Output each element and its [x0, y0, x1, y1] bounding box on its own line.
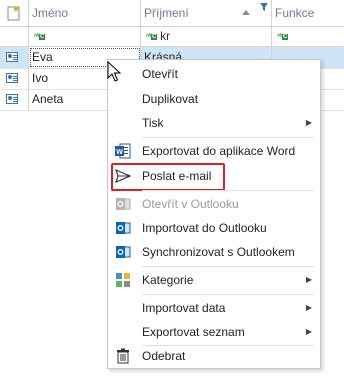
menu-item-import-data[interactable]: Importovat data ▶ — [108, 296, 320, 320]
column-header-last-name[interactable]: Příjmení — [141, 0, 272, 26]
menu-item-remove-label: Odebrat — [142, 349, 186, 363]
menu-separator — [142, 190, 314, 191]
text-filter-icon: ᴬᴮC — [34, 33, 46, 40]
menu-item-export-word[interactable]: W Exportovat do aplikace Word — [108, 139, 320, 163]
menu-item-import-outlook-label: Importovat do Outlooku — [142, 221, 267, 235]
menu-item-open[interactable]: Otevřít — [108, 62, 320, 86]
menu-item-print-label: Tisk — [142, 116, 164, 130]
menu-separator — [142, 137, 314, 138]
menu-item-open-outlook-label: Otevřít v Outlooku — [142, 197, 239, 211]
filter-icon[interactable] — [260, 3, 268, 11]
menu-item-print[interactable]: Tisk ▶ — [108, 111, 320, 135]
menu-item-open-label: Otevřít — [142, 67, 179, 81]
filter-function[interactable]: ᴬᴮC — [272, 26, 344, 46]
menu-item-remove[interactable]: Odebrat — [108, 344, 320, 368]
row-icon-cell — [0, 68, 29, 89]
contact-card-icon — [6, 52, 18, 62]
outlook-icon — [116, 246, 131, 258]
menu-item-import-outlook[interactable]: Importovat do Outlooku — [108, 216, 320, 240]
filter-row: ᴬᴮC ᴬᴮC kr ᴬᴮC — [0, 26, 344, 47]
menu-separator — [142, 266, 314, 267]
new-record-cell[interactable] — [0, 0, 29, 26]
column-header-last-name-label: Příjmení — [144, 6, 189, 20]
new-record-icon — [7, 6, 20, 21]
menu-item-import-data-label: Importovat data — [142, 301, 226, 315]
menu-item-categories[interactable]: Kategorie ▶ — [108, 268, 320, 292]
menu-item-export-list-label: Exportovat seznam — [142, 325, 245, 339]
word-icon: W — [115, 143, 131, 159]
submenu-arrow-icon: ▶ — [305, 118, 312, 127]
svg-text:W: W — [116, 149, 123, 156]
menu-item-open-outlook: Otevřít v Outlooku — [108, 192, 320, 216]
row-icon-cell — [0, 47, 29, 68]
menu-item-sync-outlook[interactable]: Synchronizovat s Outlookem — [108, 240, 320, 264]
contact-card-icon — [6, 73, 18, 83]
text-filter-icon: ᴬᴮC — [277, 33, 289, 40]
context-menu: Otevřít Duplikovat Tisk ▶ W Exportovat d… — [107, 59, 321, 369]
filter-last-name-value: kr — [160, 29, 171, 43]
menu-separator — [142, 294, 314, 295]
filter-row-selector — [0, 26, 29, 46]
filter-first-name[interactable]: ᴬᴮC — [29, 26, 141, 46]
menu-item-export-list[interactable]: Exportovat seznam ▶ — [108, 320, 320, 344]
categories-icon — [116, 273, 130, 287]
sort-ascending-icon — [242, 10, 250, 15]
column-header-function[interactable]: Funkce — [272, 0, 344, 26]
filter-last-name[interactable]: ᴬᴮC kr — [141, 26, 272, 46]
mouse-cursor-icon — [107, 61, 122, 82]
grid-header: Jméno Příjmení Funkce — [0, 0, 344, 27]
column-header-first-name[interactable]: Jméno — [29, 0, 141, 26]
submenu-arrow-icon: ▶ — [305, 327, 312, 336]
submenu-arrow-icon: ▶ — [305, 275, 312, 284]
highlight-box — [111, 163, 225, 191]
menu-item-export-word-label: Exportovat do aplikace Word — [142, 144, 296, 158]
submenu-arrow-icon: ▶ — [305, 303, 312, 312]
menu-item-categories-label: Kategorie — [142, 273, 194, 287]
trash-icon — [117, 348, 129, 364]
row-icon-cell — [0, 89, 29, 110]
contact-card-icon — [6, 94, 18, 104]
outlook-icon — [116, 198, 131, 210]
menu-item-duplicate[interactable]: Duplikovat — [108, 87, 320, 111]
outlook-icon — [116, 222, 131, 234]
text-filter-icon: ᴬᴮC — [146, 33, 158, 40]
menu-item-duplicate-label: Duplikovat — [142, 92, 199, 106]
menu-item-sync-outlook-label: Synchronizovat s Outlookem — [142, 245, 295, 259]
